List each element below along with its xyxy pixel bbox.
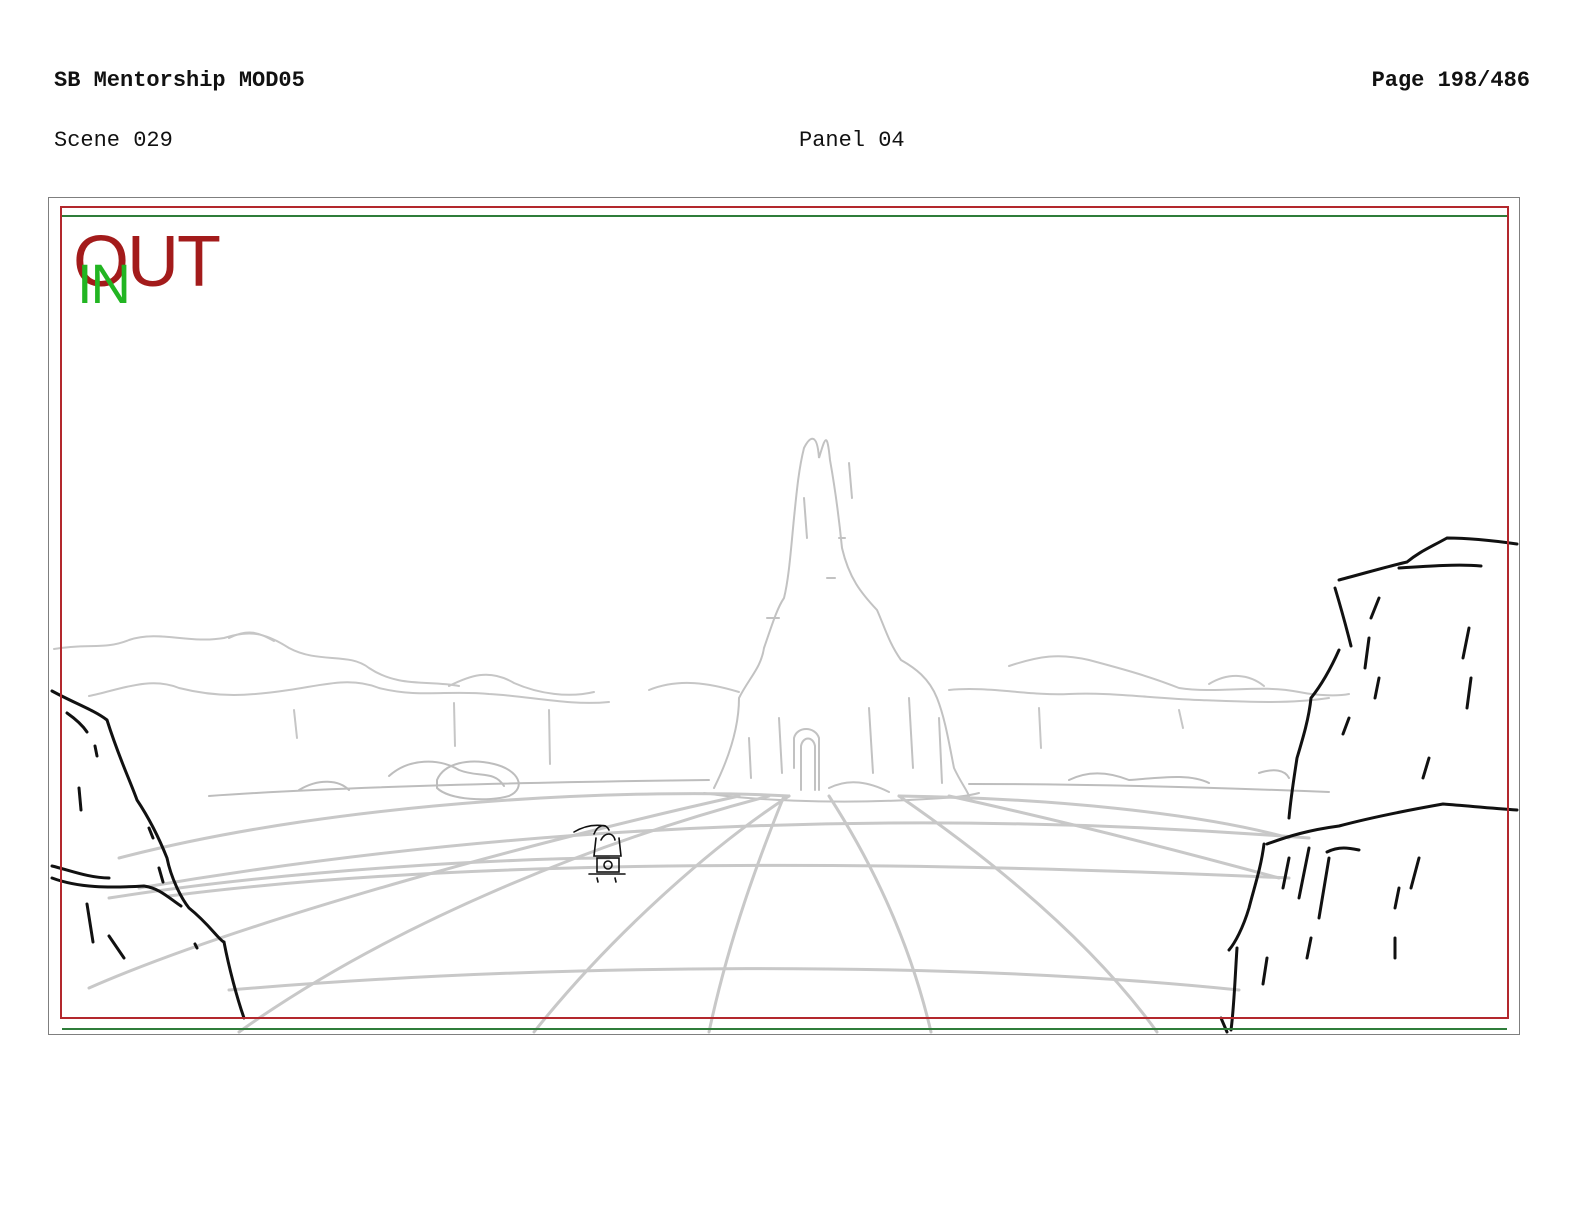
- page-number: Page 198/486: [1371, 68, 1530, 93]
- scene-label: Scene 029: [54, 128, 173, 153]
- title-safe-line-bottom: [62, 1028, 1507, 1030]
- title-safe-line-top: [62, 215, 1507, 217]
- panel-label: Panel 04: [799, 128, 905, 153]
- storyboard-panel: OUT IN: [48, 197, 1520, 1035]
- action-safe-frame: [60, 206, 1509, 1019]
- in-mark: IN: [77, 252, 131, 315]
- project-title: SB Mentorship MOD05: [54, 68, 305, 93]
